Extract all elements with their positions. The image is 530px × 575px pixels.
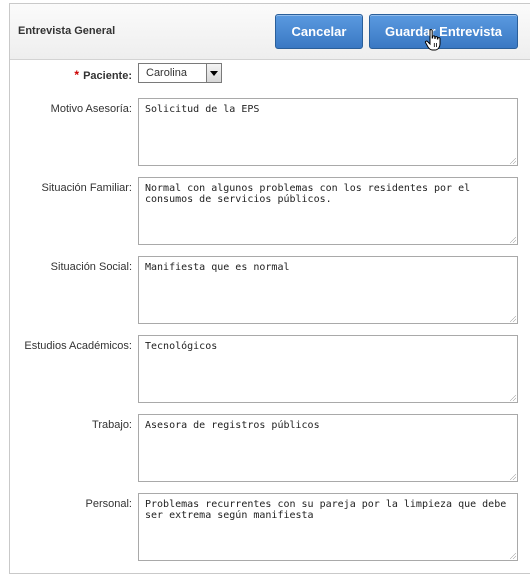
motivo-asesoria-label: Motivo Asesoría: [50, 103, 132, 115]
form-title: Entrevista General [18, 25, 116, 37]
paciente-select-value: Carolina [146, 67, 187, 79]
resize-grip-icon[interactable] [510, 316, 516, 322]
resize-grip-icon[interactable] [510, 158, 516, 164]
paciente-label-text: Paciente: [83, 70, 132, 82]
resize-grip-icon[interactable] [510, 237, 516, 243]
motivo-asesoria-textarea[interactable]: Solicitud de la EPS [138, 98, 518, 166]
paciente-label: * Paciente: [74, 68, 132, 82]
personal-textarea[interactable]: Problemas recurrentes con su pareja por … [138, 493, 518, 561]
required-asterisk: * [74, 68, 80, 82]
resize-grip-icon[interactable] [510, 474, 516, 480]
personal-value: Problemas recurrentes con su pareja por … [145, 499, 513, 521]
save-interview-button[interactable]: Guardar Entrevista [369, 14, 518, 49]
estudios-academicos-textarea[interactable]: Tecnológicos [138, 335, 518, 403]
trabajo-textarea[interactable]: Asesora de registros públicos [138, 414, 518, 482]
trabajo-value: Asesora de registros públicos [145, 420, 320, 431]
form-header: Entrevista General Cancelar Guardar Entr… [10, 4, 530, 60]
situacion-familiar-value: Normal con algunos problemas con los res… [145, 183, 477, 205]
personal-label: Personal: [85, 498, 132, 510]
motivo-asesoria-value: Solicitud de la EPS [145, 104, 260, 115]
situacion-familiar-textarea[interactable]: Normal con algunos problemas con los res… [138, 177, 518, 245]
paciente-select[interactable]: Carolina [138, 63, 222, 83]
hand-pointer-icon [424, 29, 441, 51]
situacion-social-label: Situación Social: [50, 261, 132, 273]
estudios-academicos-label: Estudios Académicos: [24, 340, 132, 352]
estudios-academicos-value: Tecnológicos [145, 341, 218, 352]
resize-grip-icon[interactable] [510, 553, 516, 559]
chevron-down-icon[interactable] [206, 64, 221, 82]
cancel-button[interactable]: Cancelar [275, 14, 363, 49]
trabajo-label: Trabajo: [92, 419, 132, 431]
situacion-social-value: Manifiesta que es normal [145, 262, 290, 273]
situacion-social-textarea[interactable]: Manifiesta que es normal [138, 256, 518, 324]
resize-grip-icon[interactable] [510, 395, 516, 401]
situacion-familiar-label: Situación Familiar: [41, 182, 132, 194]
